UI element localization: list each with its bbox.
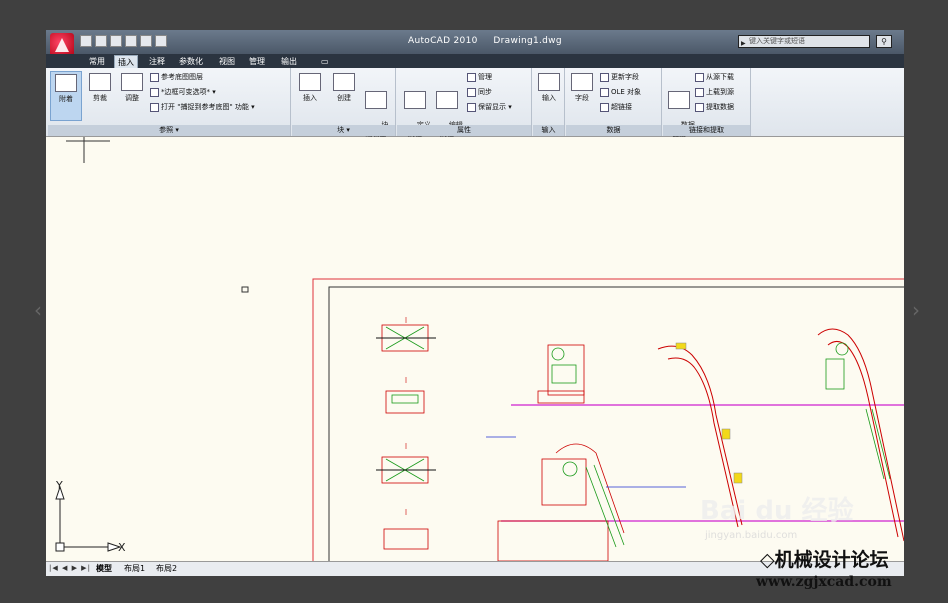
update-fields-button[interactable]: 更新字段: [600, 71, 639, 83]
search-input[interactable]: ▶ 键入关键字或短语: [738, 35, 870, 48]
attributes-panel: 定义 属性 编辑 属性 管理 同步 保留显示 ▾ 属性: [397, 68, 532, 138]
insert-block-button[interactable]: 插入: [294, 71, 326, 121]
new-icon[interactable]: [80, 35, 92, 47]
upload-source-button[interactable]: 上载到源: [695, 86, 734, 98]
download-icon: [695, 72, 704, 82]
edit-attributes-button[interactable]: 编辑 属性: [431, 71, 463, 138]
block-panel: 插入 创建 块 编辑器 块 ▾: [292, 68, 396, 138]
baidu-watermark: Bai du 经验: [700, 496, 854, 526]
data-panel: 字段 更新字段 OLE 对象 超链接 数据: [566, 68, 662, 136]
define-attribute-icon: [404, 91, 426, 109]
tab-parametric[interactable]: 参数化: [176, 55, 206, 68]
data-link-icon: [668, 91, 690, 109]
field-button[interactable]: 字段: [566, 71, 598, 121]
download-source-button[interactable]: 从源下载: [695, 71, 734, 83]
extract-icon: [695, 102, 704, 112]
create-block-button[interactable]: 创建: [328, 71, 360, 121]
search-arrow-icon: ▶: [741, 40, 746, 47]
data-link-button[interactable]: 数据 链接: [663, 71, 695, 138]
import-panel: 输入 输入: [533, 68, 565, 136]
underlay-layers-button[interactable]: 参考底图图层: [150, 71, 203, 83]
tab-view[interactable]: 视图: [216, 55, 238, 68]
attributes-panel-title[interactable]: 属性: [397, 125, 531, 136]
sync-attributes-button[interactable]: 同步: [467, 86, 492, 98]
title-bar: AutoCAD 2010 Drawing1.dwg ▶ 键入关键字或短语 ⚲: [46, 30, 904, 57]
linking-panel: 数据 链接 从源下载 上载到源 提取数据 链接和提取: [663, 68, 751, 138]
tab-insert[interactable]: 插入: [114, 55, 138, 69]
attach-button[interactable]: 附着: [50, 71, 82, 121]
clip-button[interactable]: 剪裁: [84, 71, 116, 121]
retain-display-dropdown[interactable]: 保留显示 ▾: [467, 101, 512, 113]
right-scroll-arrow-icon[interactable]: ›: [912, 298, 920, 322]
manage-icon: [467, 72, 476, 82]
block-editor-icon: [365, 91, 387, 109]
edit-attribute-icon: [436, 91, 458, 109]
data-panel-title[interactable]: 数据: [566, 125, 661, 136]
open-icon[interactable]: [95, 35, 107, 47]
clip-icon: [89, 73, 111, 91]
ribbon-minimize-icon[interactable]: ▭: [318, 55, 332, 68]
reference-panel: 附着 剪裁 调整 参考底图图层 *边框可变选项* ▾ 打开 "捕捉到参考底图" …: [48, 68, 291, 136]
sync-icon: [467, 87, 476, 97]
baidu-watermark-url: jingyan.baidu.com: [705, 530, 798, 541]
reference-panel-title[interactable]: 参照 ▾: [48, 125, 290, 136]
autocad-logo-icon: [55, 38, 69, 52]
quick-access-toolbar: [80, 35, 167, 49]
tab-manage[interactable]: 管理: [246, 55, 268, 68]
ribbon: 附着 剪裁 调整 参考底图图层 *边框可变选项* ▾ 打开 "捕捉到参考底图" …: [46, 68, 904, 138]
ucs-x-label: X: [118, 541, 126, 554]
create-block-icon: [333, 73, 355, 91]
save-icon[interactable]: [110, 35, 122, 47]
define-attributes-button[interactable]: 定义 属性: [399, 71, 431, 138]
ribbon-tabs: 常用 插入 注释 参数化 视图 管理 输出 ▭: [46, 54, 904, 69]
hyperlink-button[interactable]: 超链接: [600, 101, 632, 113]
attach-icon: [55, 74, 77, 92]
tab-model[interactable]: 模型: [96, 563, 112, 575]
extract-data-button[interactable]: 提取数据: [695, 101, 734, 113]
site-logo-name: ◇机械设计论坛: [760, 549, 889, 571]
tab-annotate[interactable]: 注释: [146, 55, 168, 68]
tab-output[interactable]: 输出: [278, 55, 300, 68]
snap-underlay-dropdown[interactable]: 打开 "捕捉到参考底图" 功能 ▾: [150, 101, 255, 113]
block-editor-button[interactable]: 块 编辑器: [360, 71, 392, 138]
manage-attributes-button[interactable]: 管理: [467, 71, 492, 83]
snap-icon: [150, 102, 159, 112]
import-icon: [538, 73, 560, 91]
retain-icon: [467, 102, 476, 112]
linking-panel-title[interactable]: 链接和提取: [663, 125, 750, 136]
tab-layout2[interactable]: 布局2: [156, 563, 177, 575]
tab-layout1[interactable]: 布局1: [124, 563, 145, 575]
site-logo-url: www.zgjxcad.com: [756, 574, 892, 590]
tab-home[interactable]: 常用: [86, 55, 108, 68]
field-icon: [571, 73, 593, 91]
ucs-icon: [55, 485, 122, 552]
adjust-icon: [121, 73, 143, 91]
frames-variable-dropdown[interactable]: *边框可变选项* ▾: [150, 86, 216, 98]
undo-icon[interactable]: [125, 35, 137, 47]
layers-icon: [150, 72, 159, 82]
redo-icon[interactable]: [140, 35, 152, 47]
update-fields-icon: [600, 72, 609, 82]
import-panel-title[interactable]: 输入: [533, 125, 564, 136]
block-panel-title[interactable]: 块 ▾: [292, 125, 395, 136]
plot-icon[interactable]: [155, 35, 167, 47]
import-button[interactable]: 输入: [533, 71, 565, 121]
insert-icon: [299, 73, 321, 91]
ucs-y-label: Y: [55, 479, 63, 492]
ole-icon: [600, 87, 609, 97]
frame-icon: [150, 87, 159, 97]
adjust-button[interactable]: 调整: [116, 71, 148, 121]
left-scroll-arrow-icon[interactable]: ‹: [34, 298, 42, 322]
globe-icon: [600, 102, 609, 112]
upload-icon: [695, 87, 704, 97]
ole-object-button[interactable]: OLE 对象: [600, 86, 641, 98]
window-title: AutoCAD 2010 Drawing1.dwg: [408, 36, 562, 46]
layout-nav-buttons[interactable]: |◀ ◀ ▶ ▶|: [49, 564, 91, 572]
binoculars-icon[interactable]: ⚲: [876, 35, 892, 48]
